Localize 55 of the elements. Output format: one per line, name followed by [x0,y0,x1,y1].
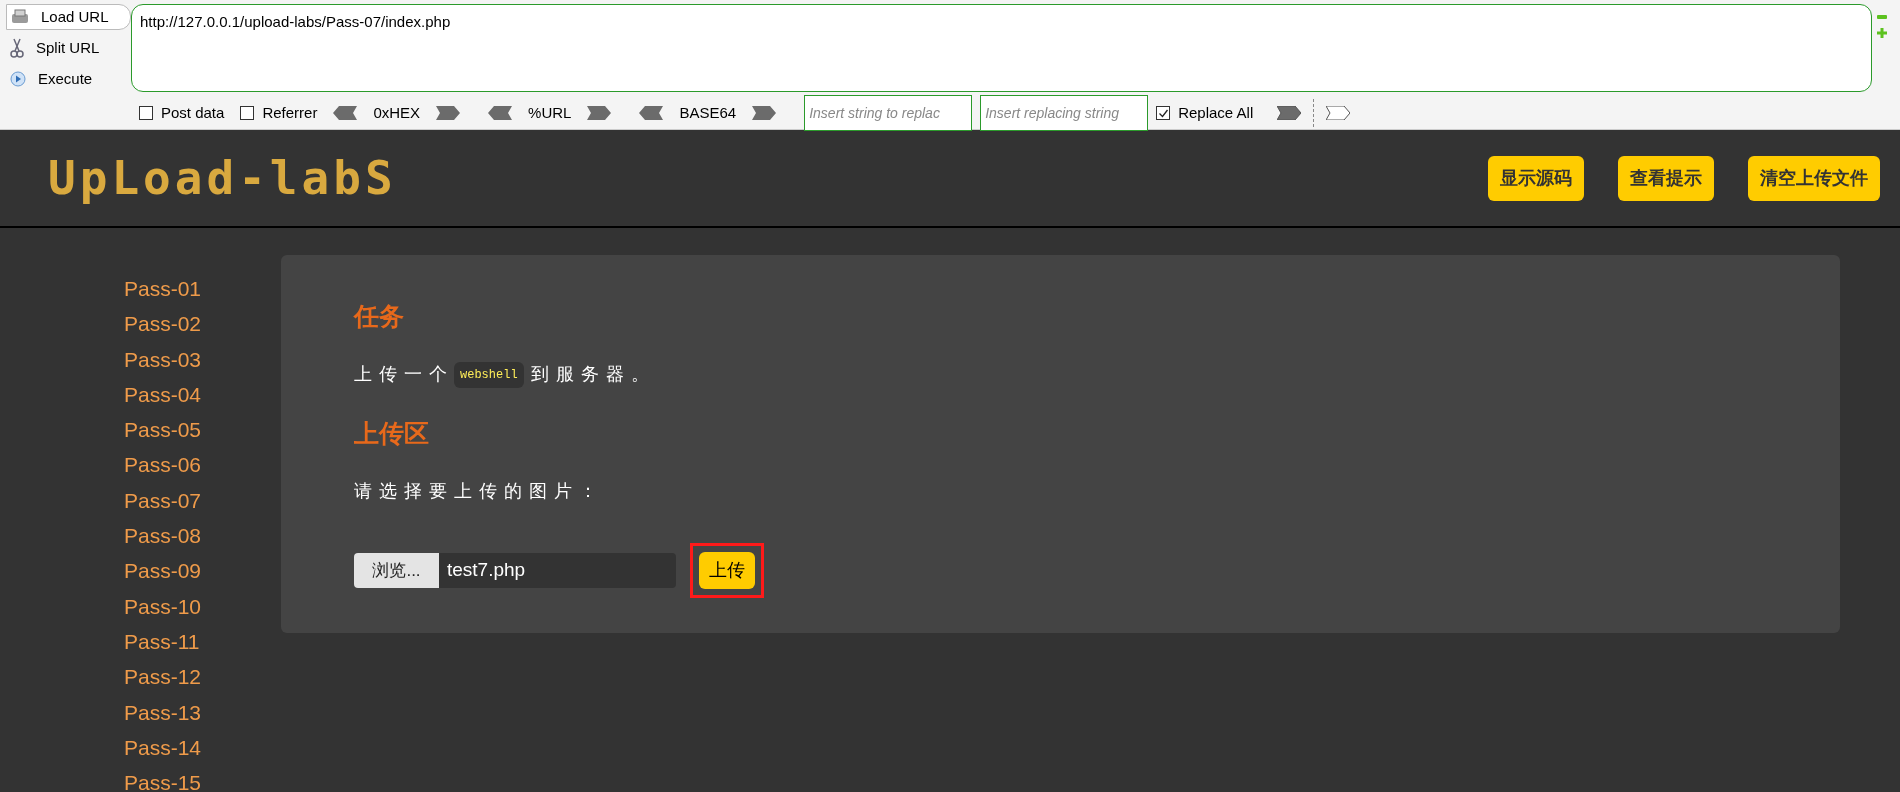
encoder-button[interactable]: %URL [528,101,572,125]
url-field[interactable]: http://127.0.0.1/upload-labs/Pass-07/index.php [131,4,1872,92]
right-chevron-icon[interactable] [752,106,777,120]
toolbar-action-button[interactable]: Load URL [6,4,131,30]
upload-button[interactable]: 上传 [699,552,755,589]
header-button[interactable]: 查看提示 [1618,155,1714,201]
sidebar-link[interactable]: Pass-12 [124,659,202,695]
scissors-icon [10,38,24,58]
file-name: test7.php [446,558,526,583]
replace-field[interactable]: Insert string to replac [804,95,973,131]
checkbox-option[interactable]: Post data [139,101,225,125]
header-button[interactable]: 清空上传文件 [1748,155,1880,201]
upload-label: 请选择要上传的图片： [354,480,605,503]
sidebar-link[interactable]: Pass-03 [124,341,202,377]
encoder-button[interactable]: 0xHEX [373,101,421,125]
sidebar-link[interactable]: Pass-07 [124,482,202,519]
header-button[interactable]: 显示源码 [1488,155,1584,201]
sidebar-link[interactable]: Pass-02 [124,306,202,342]
sidebar-link[interactable]: Pass-08 [124,518,202,554]
drive-icon [11,9,29,25]
sidebar-link[interactable]: Pass-01 [124,271,202,307]
checkbox[interactable] [240,106,255,120]
play-icon [10,71,26,87]
encoder-button[interactable]: BASE64 [679,101,737,125]
left-chevron-icon[interactable] [639,106,664,120]
forward-arrow-icon[interactable] [1326,106,1351,120]
toolbar-action-button[interactable]: Split URL [6,35,131,61]
forward-arrow-icon[interactable] [1277,106,1302,120]
left-chevron-icon[interactable] [488,106,513,120]
right-chevron-icon[interactable] [436,106,461,120]
replace-field[interactable]: Insert replacing string [980,95,1149,131]
left-chevron-icon[interactable] [333,106,358,120]
sidebar-link[interactable]: Pass-13 [124,694,202,730]
toolbar-action-button[interactable]: Execute [6,66,131,92]
sidebar-link[interactable]: Pass-06 [124,447,202,483]
task-text: 到服务器。 [530,363,656,386]
browse-label: 浏览... [354,553,439,588]
logo: UpLoad-labS [48,149,397,207]
file-input[interactable]: 浏览... test7.php [354,553,676,588]
sidebar-link[interactable]: Pass-09 [124,553,202,589]
sidebar-link[interactable]: Pass-14 [124,729,202,766]
section-heading: 任务 [354,301,405,331]
sidebar-link[interactable]: Pass-05 [124,412,202,448]
sidebar-link[interactable]: Pass-04 [124,376,202,413]
checkbox[interactable] [1156,106,1171,120]
checkbox[interactable] [139,106,153,120]
checkbox-option[interactable]: Referrer [240,101,318,125]
code-snippet: webshell [454,361,524,388]
right-chevron-icon[interactable] [587,106,612,120]
sidebar-link[interactable]: Pass-10 [124,588,202,624]
sidebar-link[interactable]: Pass-11 [124,623,200,660]
task-text: 上传一个 [354,363,454,386]
sidebar-link[interactable]: Pass-15 [124,765,202,792]
section-heading: 上传区 [354,418,430,448]
checkbox-option[interactable]: Replace All [1156,101,1254,125]
